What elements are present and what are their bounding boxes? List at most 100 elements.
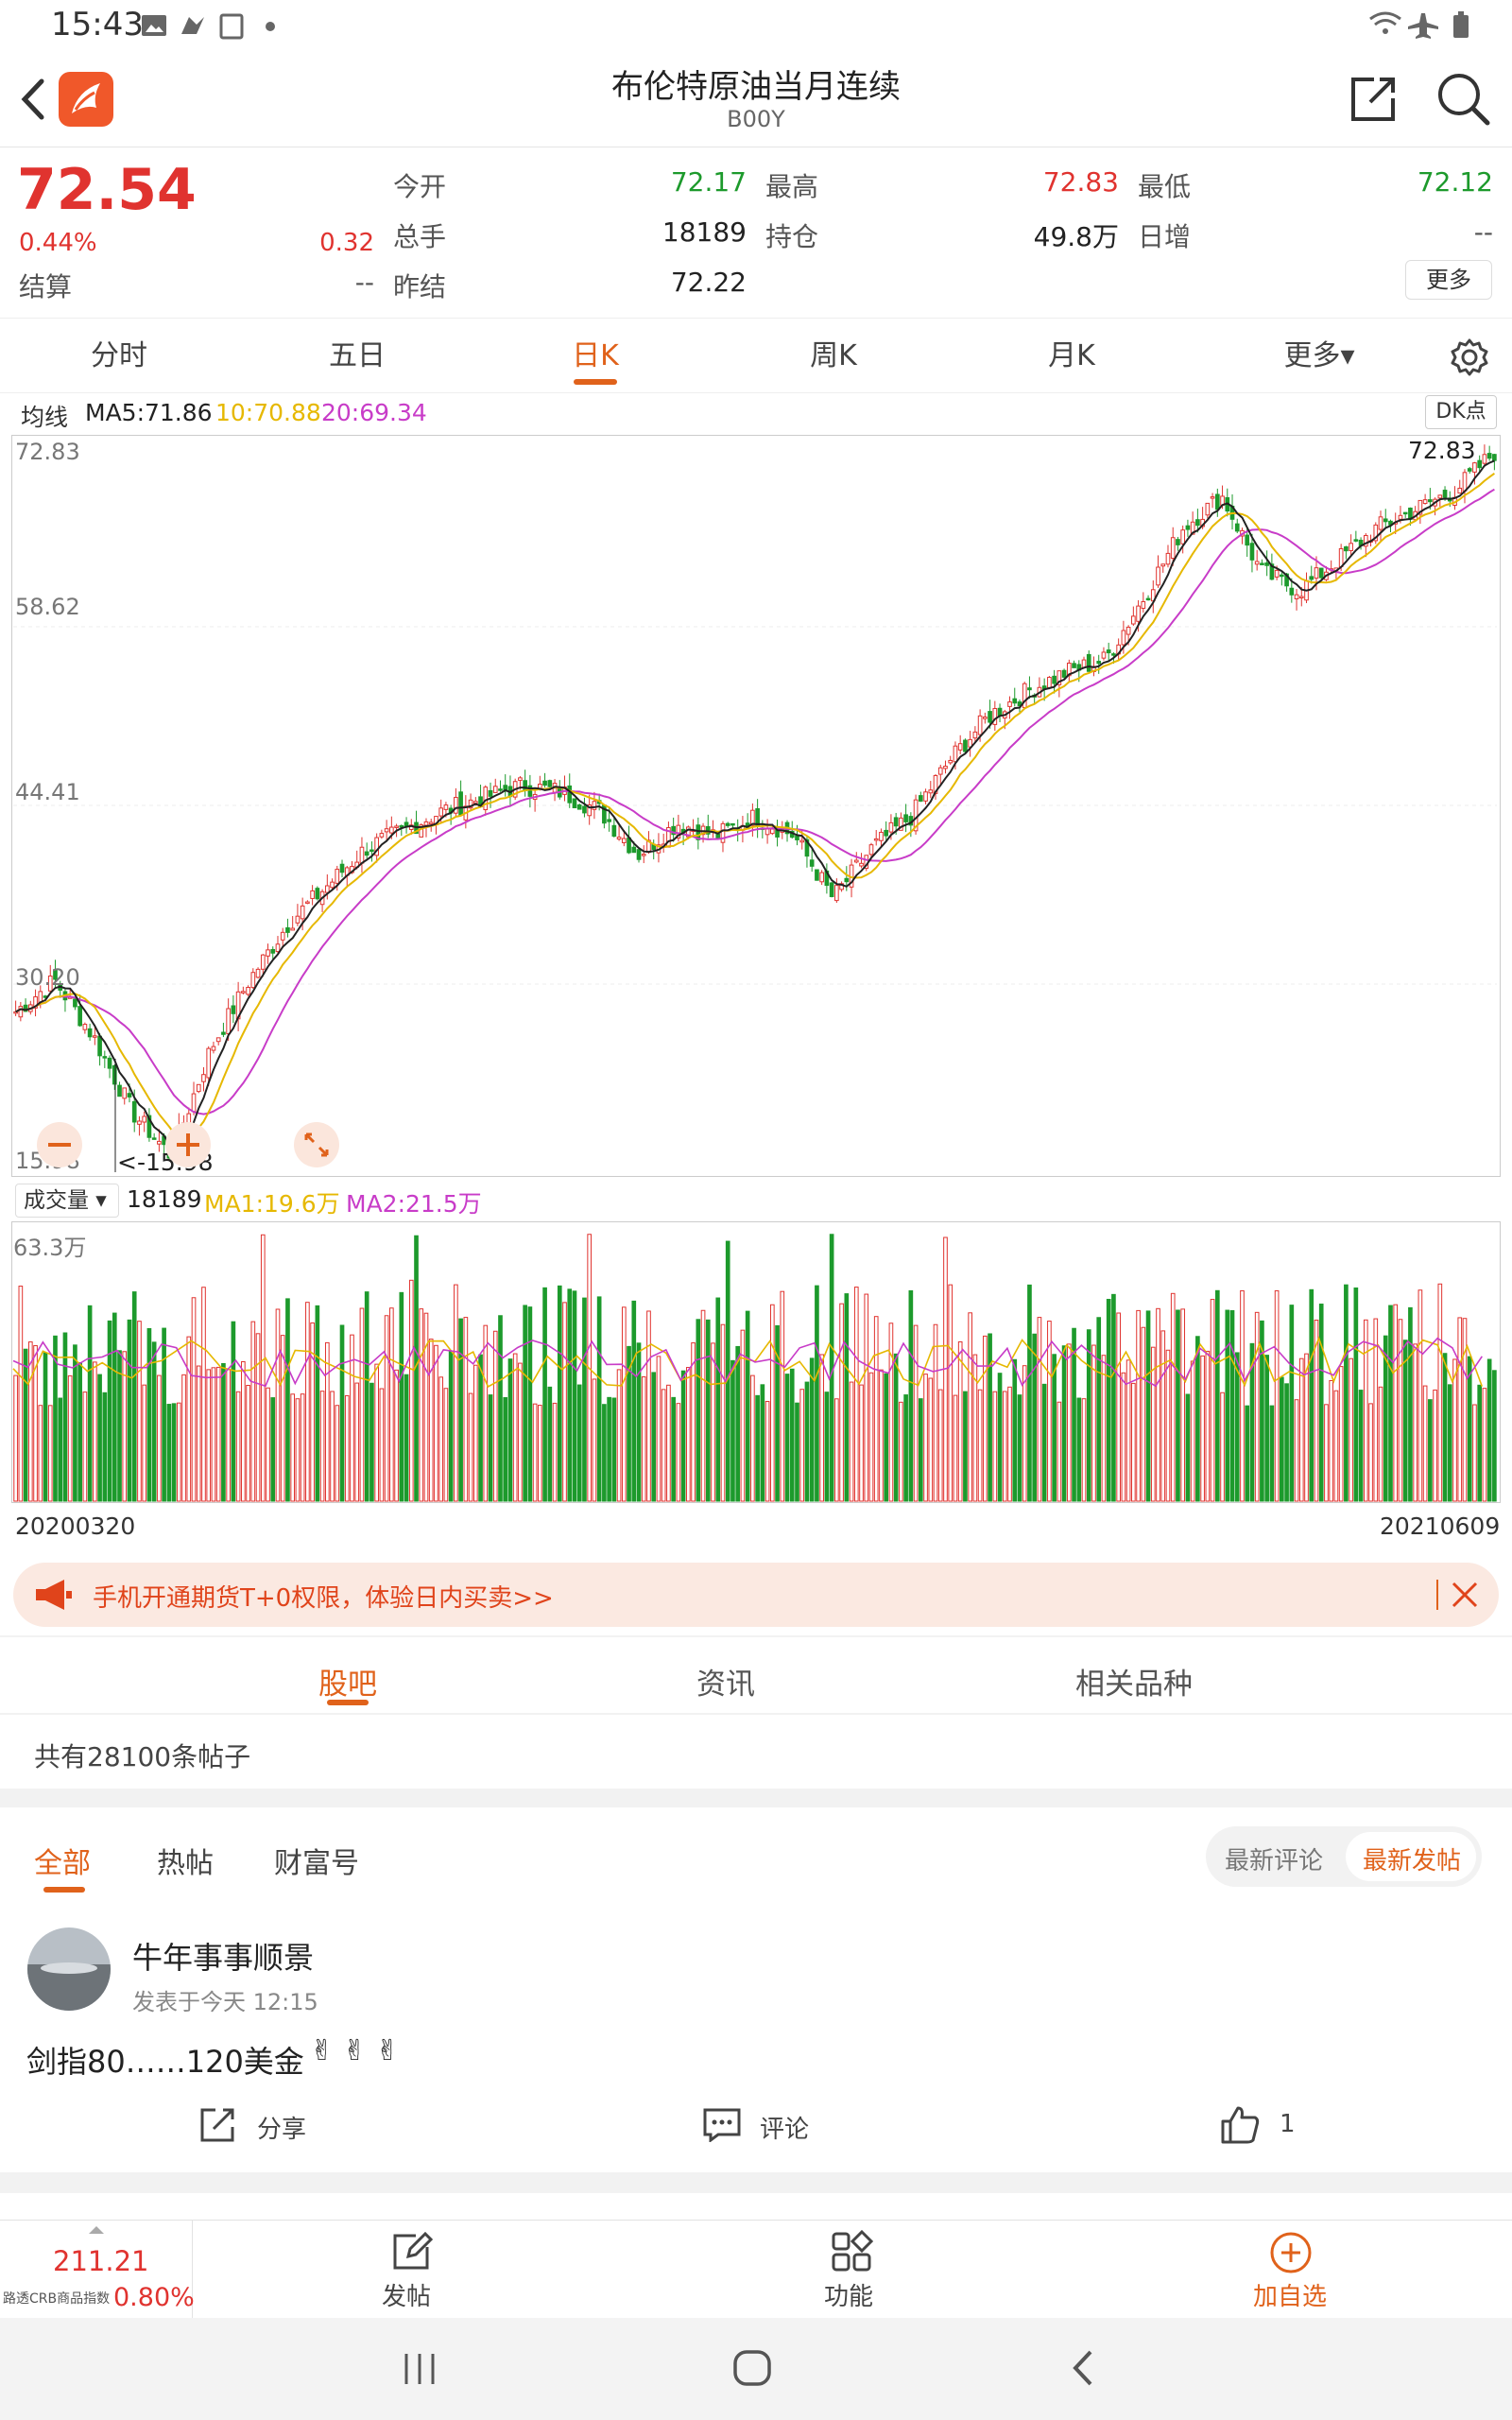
- sort-latest-comment[interactable]: 最新评论: [1225, 1841, 1323, 1876]
- candle-body: [270, 948, 276, 954]
- candle-body: [1052, 675, 1057, 684]
- candle-body: [844, 877, 850, 883]
- back-nav-icon[interactable]: [1068, 2346, 1096, 2390]
- candle-body: [1072, 663, 1076, 668]
- promo-banner[interactable]: 手机开通期货T+0权限，体验日内买卖>>: [13, 1563, 1499, 1627]
- candle-body: [636, 849, 642, 860]
- tab-related[interactable]: 相关品种: [1040, 1660, 1228, 1703]
- candle-body: [1344, 545, 1349, 552]
- candle-body: [315, 888, 320, 900]
- candle-body: [280, 931, 285, 941]
- share-icon[interactable]: [198, 2106, 236, 2144]
- filter-hot[interactable]: 热帖: [157, 1840, 214, 1881]
- system-navigation-bar: [0, 2318, 1512, 2420]
- zoom-out-icon[interactable]: [36, 1121, 83, 1168]
- close-icon[interactable]: [1448, 1578, 1482, 1612]
- candle-body: [1353, 539, 1359, 542]
- candle-body: [295, 915, 301, 924]
- candle-body: [1145, 597, 1151, 601]
- candle-body: [142, 1115, 147, 1123]
- volume-legend-value: 18189: [127, 1185, 202, 1213]
- tab-forum[interactable]: 股吧: [253, 1660, 442, 1703]
- candle-body: [488, 789, 493, 797]
- candle-body: [1428, 499, 1433, 503]
- candle-body: [122, 1087, 128, 1099]
- candle-body: [379, 833, 385, 838]
- candle-body: [1125, 627, 1131, 635]
- filter-wealth[interactable]: 财富号: [274, 1840, 359, 1881]
- candle-body: [266, 949, 270, 957]
- filter-all[interactable]: 全部: [34, 1840, 91, 1881]
- compose-label[interactable]: 发帖: [382, 2277, 431, 2312]
- candle-body: [1492, 454, 1497, 461]
- candle-body: [330, 881, 335, 889]
- candle-body: [1422, 499, 1428, 505]
- y-tick-2: 44.41: [15, 779, 80, 805]
- candle-body: [607, 819, 611, 822]
- grid-apps-icon[interactable]: [830, 2230, 873, 2273]
- candle-body: [621, 838, 627, 843]
- candle-body: [988, 711, 992, 723]
- indicator-select[interactable]: 成交量 ▾: [15, 1184, 119, 1218]
- candle-body: [107, 1057, 112, 1069]
- candle-body: [983, 716, 988, 719]
- candle-body: [1462, 472, 1468, 492]
- tab-news[interactable]: 资讯: [631, 1660, 820, 1703]
- candle-body: [1442, 490, 1448, 498]
- candle-body: [542, 780, 547, 786]
- max-price-label: 72.83: [1408, 437, 1476, 464]
- y-tick-3: 30.20: [15, 964, 80, 991]
- candle-body: [77, 1006, 82, 1027]
- candle-body: [1486, 453, 1492, 459]
- candle-body: [196, 1083, 201, 1093]
- comment-label[interactable]: 评论: [760, 2110, 809, 2145]
- comment-icon[interactable]: [703, 2108, 741, 2142]
- expand-icon[interactable]: [293, 1121, 340, 1168]
- candle-body: [483, 786, 489, 811]
- candle-body: [1314, 567, 1319, 579]
- candle-body: [384, 828, 389, 833]
- candle-body: [765, 828, 770, 836]
- candle-body: [454, 797, 458, 814]
- divider: [0, 1635, 1512, 1637]
- candle-body: [1289, 587, 1295, 596]
- candle-body: [215, 1037, 221, 1043]
- candle-body: [359, 846, 365, 864]
- candle-body: [73, 998, 77, 1008]
- vol-ma2-legend: MA2:21.5万: [346, 1190, 482, 1218]
- post-author[interactable]: 牛年事事顺景: [132, 1934, 314, 1978]
- candle-body: [1274, 569, 1280, 578]
- function-label[interactable]: 功能: [824, 2277, 873, 2312]
- candle-body: [948, 759, 954, 764]
- candle-body: [1195, 519, 1200, 527]
- candle-body: [191, 1093, 197, 1113]
- candle-body: [1437, 494, 1443, 499]
- avatar[interactable]: [26, 1927, 112, 2012]
- candle-body: [1482, 454, 1487, 464]
- candle-body: [389, 826, 394, 834]
- candle-body: [1210, 496, 1215, 499]
- candle-body: [127, 1093, 132, 1098]
- candle-body: [943, 766, 948, 769]
- candle-body: [394, 825, 399, 828]
- candle-body: [809, 859, 815, 867]
- thumbs-up-icon[interactable]: [1221, 2104, 1261, 2144]
- zoom-in-icon[interactable]: [164, 1121, 212, 1168]
- section-gap: [0, 2172, 1512, 2193]
- sort-latest-post[interactable]: 最新发帖: [1363, 1841, 1461, 1876]
- candle-body: [819, 872, 824, 883]
- candle-body: [1338, 547, 1344, 567]
- share-label[interactable]: 分享: [257, 2110, 306, 2145]
- add-watchlist-icon[interactable]: [1268, 2230, 1314, 2275]
- post-content[interactable]: 剑指80……120美金: [26, 2038, 304, 2082]
- compose-icon[interactable]: [389, 2230, 433, 2273]
- volume-chart-frame: [11, 1221, 1501, 1503]
- home-icon[interactable]: [731, 2346, 775, 2390]
- index-ticker[interactable]: 211.21 路透CRB商品指数 0.80%: [0, 2221, 195, 2319]
- recent-apps-icon[interactable]: [401, 2352, 438, 2386]
- candle-body: [335, 869, 340, 884]
- volume-y-tick: 63.3万: [13, 1235, 87, 1261]
- add-watchlist-label[interactable]: 加自选: [1253, 2277, 1327, 2312]
- candle-body: [592, 801, 597, 810]
- candle-body: [523, 780, 527, 791]
